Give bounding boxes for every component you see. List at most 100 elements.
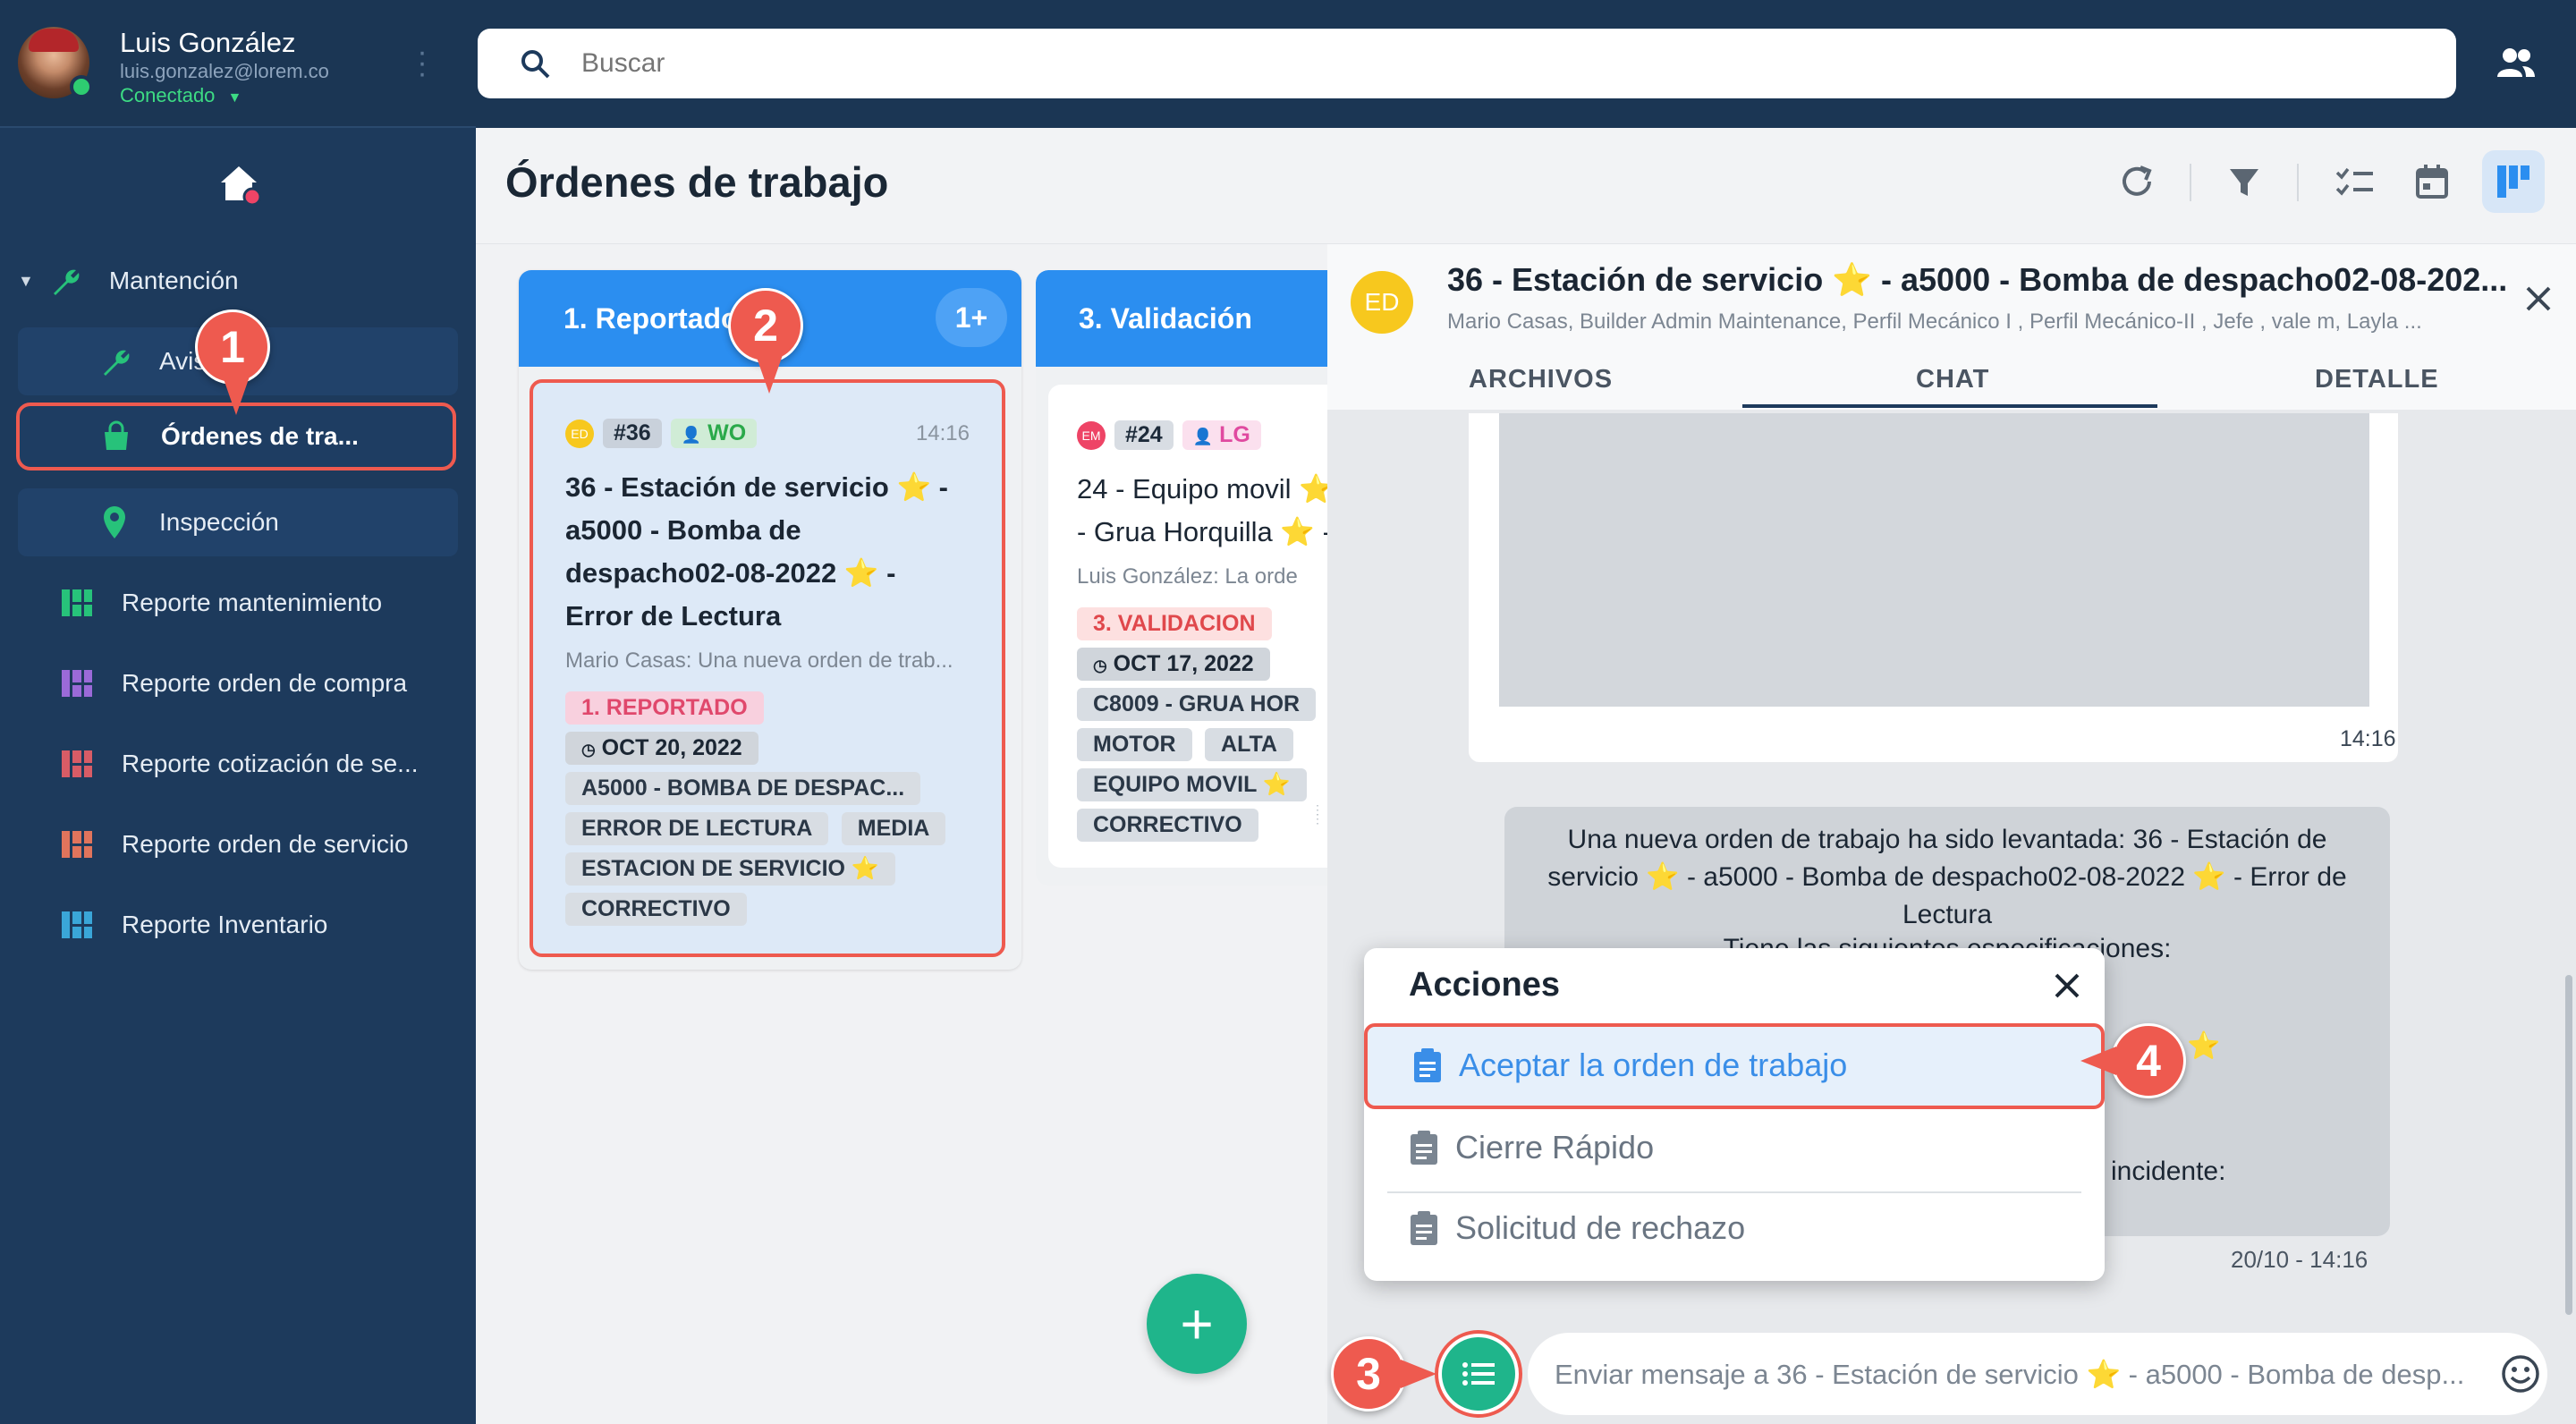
dashboard-icon xyxy=(59,907,95,943)
online-status-dot xyxy=(70,75,93,98)
tab-chat[interactable]: CHAT xyxy=(1916,365,1989,394)
divider xyxy=(1387,1191,2081,1193)
dashboard-icon xyxy=(59,826,95,862)
column-title: 3. Validación xyxy=(1079,301,1252,335)
dashboard-icon xyxy=(59,585,95,621)
sidebar-item-label: Reporte orden de compra xyxy=(122,669,408,697)
column-count-badge[interactable]: 1+ xyxy=(936,288,1007,347)
component-tag: MOTOR xyxy=(1077,728,1192,761)
actions-menu-button[interactable] xyxy=(1442,1337,1515,1411)
action-quick-close[interactable]: Cierre Rápido xyxy=(1409,1129,1654,1166)
list-icon xyxy=(1462,1362,1495,1386)
sidebar-item-reporte-orden-compra[interactable]: Reporte orden de compra xyxy=(59,649,499,717)
dashboard-icon xyxy=(59,665,95,701)
sidebar-item-reporte-inventario[interactable]: Reporte Inventario xyxy=(59,891,499,959)
active-tab-indicator xyxy=(1742,404,2157,408)
priority-tag: ALTA xyxy=(1205,728,1293,761)
tab-detalle[interactable]: DETALLE xyxy=(2315,365,2439,394)
card-preview: Mario Casas: Una nueva orden de trab... xyxy=(565,648,953,673)
date-tag: ◷ OCT 17, 2022 xyxy=(1077,648,1270,681)
page-title: Órdenes de trabajo xyxy=(505,158,889,206)
sidebar-item-reporte-cotizacion[interactable]: Reporte cotización de se... xyxy=(59,730,499,798)
assignee-label: LG xyxy=(1219,422,1250,447)
clipboard-icon xyxy=(1411,1131,1437,1165)
sidebar-item-label: Reporte cotización de se... xyxy=(122,750,419,777)
location-pin-icon xyxy=(97,504,132,540)
sidebar-item-label: Inspección xyxy=(159,508,279,536)
state-tag: 3. VALIDACION xyxy=(1077,607,1272,640)
assignee-label: WO xyxy=(708,420,747,445)
calendar-icon[interactable] xyxy=(2410,159,2454,204)
sidebar-item-inspeccion[interactable]: Inspección xyxy=(18,488,458,556)
toolbar-divider xyxy=(2190,164,2191,201)
work-order-card[interactable]: EM #24 👤 LG 24 - Equipo movil ⭐ - Grua H… xyxy=(1048,385,1327,868)
marker-pointer xyxy=(2080,1047,2116,1075)
column-header: 3. Validación xyxy=(1036,270,1327,367)
tab-archivos[interactable]: ARCHIVOS xyxy=(1469,365,1613,394)
equipment-tag: A5000 - BOMBA DE DESPAC... xyxy=(565,772,921,805)
resize-handle[interactable]: ⋮ ⋮ xyxy=(1311,803,1324,859)
sidebar-group-mantencion[interactable]: ▼ Mantención xyxy=(18,247,458,315)
emoji-icon[interactable] xyxy=(2501,1354,2540,1394)
message-text: Una nueva orden de trabajo ha sido levan… xyxy=(1547,825,2347,929)
message-time: 20/10 - 14:16 xyxy=(2231,1246,2368,1273)
refresh-icon[interactable] xyxy=(2114,159,2159,204)
wrench-icon xyxy=(97,343,132,379)
action-reject-request[interactable]: Solicitud de rechazo xyxy=(1409,1209,1745,1247)
chat-participants: Mario Casas, Builder Admin Maintenance, … xyxy=(1447,309,2422,334)
search-input[interactable] xyxy=(581,48,2281,79)
kanban-icon xyxy=(2497,165,2529,198)
sidebar-item-label: Reporte Inventario xyxy=(122,911,328,938)
sidebar-item-label: Reporte mantenimiento xyxy=(122,589,383,616)
search-icon xyxy=(521,50,550,79)
wrench-icon xyxy=(47,263,82,299)
sidebar-item-reporte-mantenimiento[interactable]: Reporte mantenimiento xyxy=(59,569,499,637)
user-status[interactable]: Conectado ▼ xyxy=(120,84,242,107)
scrollbar[interactable] xyxy=(2565,975,2572,1315)
clipboard-icon xyxy=(1414,1048,1441,1082)
equipment-tag: C8009 - GRUA HOR xyxy=(1077,688,1317,721)
message-input-placeholder: Enviar mensaje a 36 - Estación de servic… xyxy=(1555,1358,2465,1390)
sidebar-item-label: Reporte orden de servicio xyxy=(122,830,409,858)
chat-avatar: ED xyxy=(1351,271,1413,334)
home-icon[interactable] xyxy=(216,161,261,206)
close-icon[interactable] xyxy=(2524,284,2553,313)
more-vert-icon[interactable]: · · · xyxy=(417,37,428,89)
add-button[interactable]: + xyxy=(1147,1274,1247,1374)
card-title: 24 - Equipo movil ⭐ - Grua Horquilla ⭐ - xyxy=(1077,473,1327,547)
search-bar xyxy=(478,29,2456,98)
people-icon[interactable] xyxy=(2496,45,2535,81)
date-tag: ◷ OCT 20, 2022 xyxy=(565,732,758,765)
step-marker-4: 4 xyxy=(2111,1023,2186,1098)
board-view-button[interactable] xyxy=(2482,150,2545,213)
column-title: 1. Reportado xyxy=(564,301,739,335)
message-input[interactable]: Enviar mensaje a 36 - Estación de servic… xyxy=(1528,1333,2547,1415)
type-tag: CORRECTIVO xyxy=(565,893,747,926)
checklist-icon[interactable] xyxy=(2333,159,2377,204)
work-order-card[interactable]: ED #36 👤 WO 14:16 36 - Estación de servi… xyxy=(530,379,1005,957)
clock-icon: ◷ xyxy=(1093,657,1107,674)
user-name: Luis González xyxy=(120,27,296,58)
sidebar-item-reporte-orden-servicio[interactable]: Reporte orden de servicio xyxy=(59,810,499,878)
caret-down-icon: ▼ xyxy=(227,90,242,106)
location-tag: EQUIPO MOVIL ⭐ xyxy=(1077,768,1307,801)
caret-down-icon: ▼ xyxy=(18,271,34,290)
failure-tag: ERROR DE LECTURA xyxy=(565,812,829,845)
step-marker-3: 3 xyxy=(1331,1336,1406,1411)
attachment-image[interactable] xyxy=(1499,413,2369,707)
date-label: OCT 20, 2022 xyxy=(601,735,742,760)
filter-icon[interactable] xyxy=(2222,159,2267,204)
action-accept[interactable]: Aceptar la orden de trabajo xyxy=(1364,1023,2105,1109)
user-email: luis.gonzalez@lorem.co xyxy=(120,60,329,82)
card-time: 14:16 xyxy=(915,420,970,445)
avatar: ED xyxy=(565,419,594,448)
avatar: EM xyxy=(1077,420,1106,450)
person-icon: 👤 xyxy=(1192,428,1214,445)
priority-tag: MEDIA xyxy=(841,812,946,845)
message-time: 14:16 xyxy=(2340,726,2396,751)
assignee-badge: 👤 WO xyxy=(670,419,758,448)
close-icon[interactable] xyxy=(2053,971,2081,1000)
shopping-bag-icon xyxy=(98,419,134,454)
message-text: incidente: xyxy=(2111,1157,2226,1186)
location-tag: ESTACION DE SERVICIO ⭐ xyxy=(565,852,896,886)
